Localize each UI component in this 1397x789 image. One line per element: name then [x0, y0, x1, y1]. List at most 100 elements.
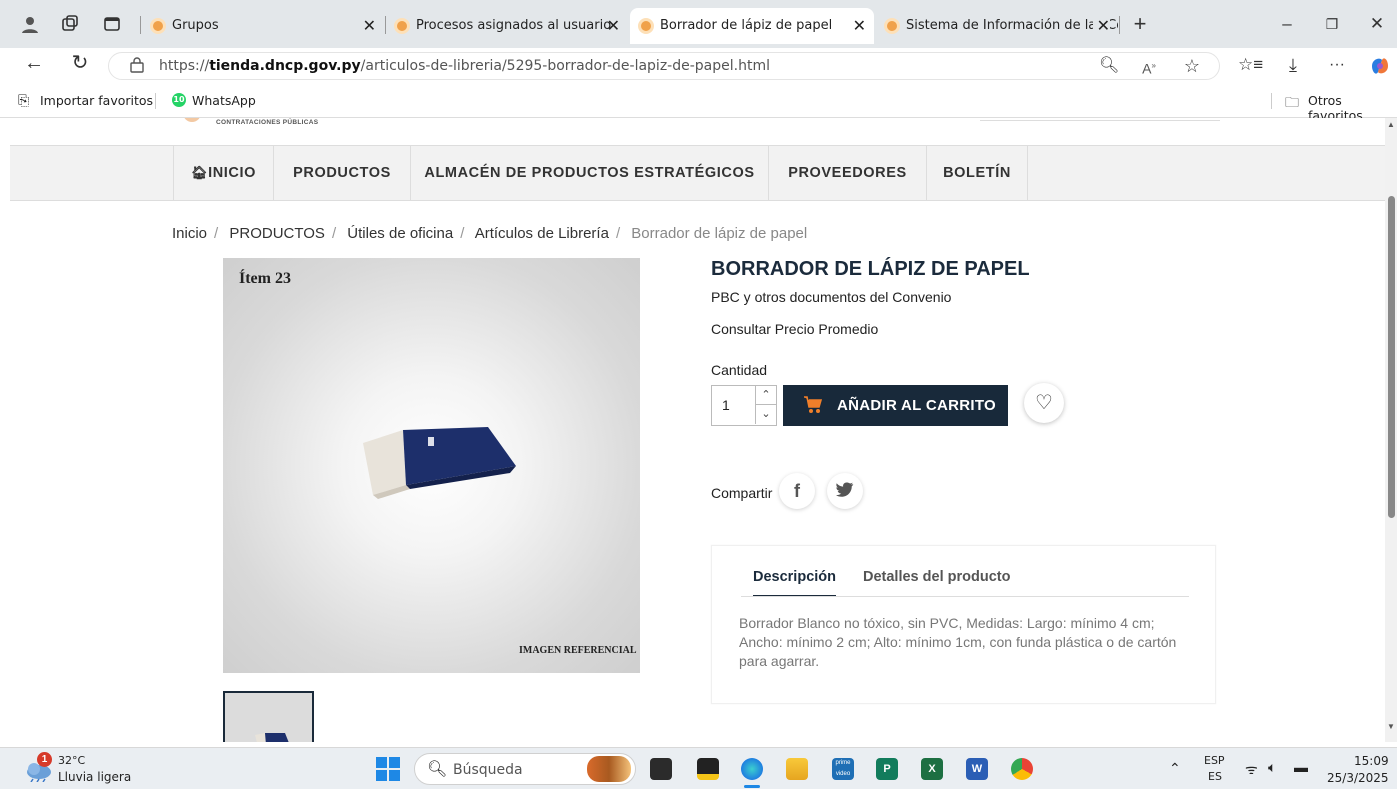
import-favorites-link[interactable]: Importar favoritos: [40, 93, 153, 108]
close-tab-icon[interactable]: ✕: [853, 8, 866, 44]
thumbnail-eraser: [225, 693, 312, 742]
search-highlight-icon: [587, 756, 631, 782]
reload-icon[interactable]: ↻: [70, 53, 90, 73]
nav-proveedores[interactable]: PROVEEDORES: [768, 146, 926, 200]
language-top[interactable]: ESP: [1204, 754, 1225, 767]
scroll-down-icon[interactable]: ▼: [1387, 722, 1395, 731]
battery-icon[interactable]: ▬: [1294, 759, 1308, 775]
clock-date[interactable]: 25/3/2025: [1327, 771, 1389, 785]
file-explorer-icon[interactable]: [786, 758, 808, 780]
tab-procesos[interactable]: Procesos asignados al usuario ✕: [386, 8, 628, 44]
twitter-icon[interactable]: [827, 473, 863, 509]
add-to-cart-button[interactable]: AÑADIR AL CARRITO: [783, 385, 1008, 426]
home-icon: 🏠︎: [190, 165, 209, 180]
cart-icon: [804, 396, 823, 413]
taskbar-search[interactable]: 🔍︎ Búsqueda: [414, 753, 636, 785]
tab-borrador[interactable]: Borrador de lápiz de papel ✕: [630, 8, 874, 44]
back-icon[interactable]: ←: [24, 53, 44, 73]
favorites-icon[interactable]: ☆≡: [1238, 55, 1263, 75]
favorites-bar: ⎘ Importar favoritos 10 WhatsApp 🗀︎ Otro…: [0, 84, 1397, 123]
nav-almacen[interactable]: ALMACÉN DE PRODUCTOS ESTRATÉGICOS: [410, 146, 768, 200]
site-info-icon[interactable]: [127, 56, 147, 76]
breadcrumb: Inicio / PRODUCTOS / Útiles de oficina / Ar…: [172, 225, 808, 242]
site-favicon-icon: [394, 18, 410, 34]
active-app-indicator: [744, 785, 760, 788]
main-navigation: 🏠︎INICIO PRODUCTOS ALMACÉN DE PRODUCTOS …: [10, 145, 1385, 201]
tab-divider: [741, 596, 1189, 597]
breadcrumb-articulos[interactable]: Artículos de Librería: [475, 225, 609, 242]
pbc-link[interactable]: PBC y otros documentos del Convenio: [711, 289, 951, 305]
nav-productos[interactable]: PRODUCTOS: [273, 146, 410, 200]
read-aloud-icon[interactable]: A»: [1139, 56, 1159, 77]
nav-boletin[interactable]: BOLETÍN: [926, 146, 1028, 200]
whatsapp-link[interactable]: WhatsApp: [192, 93, 256, 108]
search-icon: 🔍︎: [427, 761, 448, 778]
address-bar[interactable]: https://tienda.dncp.gov.py/articulos-de-…: [108, 52, 1220, 80]
close-tab-icon[interactable]: ✕: [607, 8, 620, 44]
tab-sistema[interactable]: Sistema de Información de las Co ✕: [876, 8, 1118, 44]
tab-label: Sistema de Información de las Co: [906, 18, 1118, 33]
downloads-icon[interactable]: ⤓: [1283, 55, 1303, 75]
scrollbar-thumb[interactable]: [1388, 196, 1395, 518]
tab-label: Procesos asignados al usuario: [416, 18, 612, 33]
scroll-up-icon[interactable]: ▲: [1387, 120, 1395, 129]
more-menu-icon[interactable]: ···: [1327, 55, 1347, 75]
zoom-icon[interactable]: 🔍︎: [1099, 56, 1119, 76]
folder-icon: 🗀︎: [1285, 95, 1299, 111]
weather-temp: 32°C: [58, 754, 86, 767]
share-label: Compartir: [711, 485, 773, 501]
wishlist-heart-icon[interactable]: ♡: [1024, 383, 1064, 423]
browser-tab-bar: Grupos ✕ Procesos asignados al usuario ✕…: [0, 0, 1397, 48]
add-to-cart-label: AÑADIR AL CARRITO: [837, 397, 996, 414]
project-icon[interactable]: P: [876, 758, 898, 780]
product-thumbnail[interactable]: [223, 691, 314, 742]
start-windows-icon[interactable]: [376, 757, 400, 784]
eraser-illustration: [363, 427, 516, 499]
sticky-notes-icon[interactable]: [697, 758, 719, 780]
tab-grupos[interactable]: Grupos ✕: [142, 8, 384, 44]
volume-icon[interactable]: 🔈︎: [1268, 759, 1276, 776]
favorite-star-icon[interactable]: ☆: [1182, 56, 1202, 76]
breadcrumb-productos[interactable]: PRODUCTOS: [229, 225, 325, 242]
clock-time[interactable]: 15:09: [1354, 754, 1389, 768]
edge-icon[interactable]: [741, 758, 763, 780]
close-tab-icon[interactable]: ✕: [363, 8, 376, 44]
image-caption: IMAGEN REFERENCIAL: [519, 645, 637, 656]
page-scrollbar[interactable]: ▲ ▼: [1385, 118, 1397, 742]
facebook-icon[interactable]: f: [779, 473, 815, 509]
close-tab-icon[interactable]: ✕: [1092, 8, 1110, 44]
new-tab-icon[interactable]: +: [1130, 13, 1150, 35]
increment-icon[interactable]: ⌃: [755, 386, 776, 405]
product-image[interactable]: Ítem 23 IMAGEN REFERENCIAL: [223, 258, 640, 673]
site-logo-text: CONTRATACIONES PÚBLICAS: [216, 119, 319, 126]
breadcrumb-inicio[interactable]: Inicio: [172, 225, 207, 242]
site-favicon-icon: [638, 18, 654, 34]
minimize-icon[interactable]: –: [1277, 14, 1297, 34]
search-box-edge: [980, 118, 1220, 121]
close-window-icon[interactable]: ✕: [1367, 14, 1387, 34]
chrome-icon[interactable]: [1011, 758, 1033, 780]
prime-video-icon[interactable]: prime video: [832, 758, 854, 780]
tab-detalles[interactable]: Detalles del producto: [863, 569, 1010, 595]
copilot-icon[interactable]: [1368, 54, 1388, 74]
wifi-icon[interactable]: ᯤ: [1245, 760, 1258, 779]
excel-icon[interactable]: X: [921, 758, 943, 780]
language-bottom[interactable]: ES: [1208, 770, 1222, 783]
profile-icon[interactable]: [20, 14, 40, 34]
site-logo-icon: [183, 118, 201, 122]
quantity-input[interactable]: 1: [722, 397, 730, 413]
nav-inicio[interactable]: 🏠︎INICIO: [173, 146, 273, 200]
task-view-icon[interactable]: [650, 758, 672, 780]
workspaces-icon[interactable]: [60, 14, 80, 34]
tab-actions-icon[interactable]: [102, 14, 122, 34]
tray-overflow-icon[interactable]: ⌃: [1169, 760, 1181, 777]
decrement-icon[interactable]: ⌄: [755, 405, 776, 424]
breadcrumb-current: Borrador de lápiz de papel: [631, 225, 808, 242]
restore-icon[interactable]: ❐: [1322, 14, 1342, 34]
word-icon[interactable]: W: [966, 758, 988, 780]
breadcrumb-utiles[interactable]: Útiles de oficina: [347, 225, 453, 242]
whatsapp-icon: 10: [172, 93, 186, 107]
tab-descripcion[interactable]: Descripción: [753, 569, 836, 597]
price-link[interactable]: Consultar Precio Promedio: [711, 321, 878, 337]
site-favicon-icon: [150, 18, 166, 34]
